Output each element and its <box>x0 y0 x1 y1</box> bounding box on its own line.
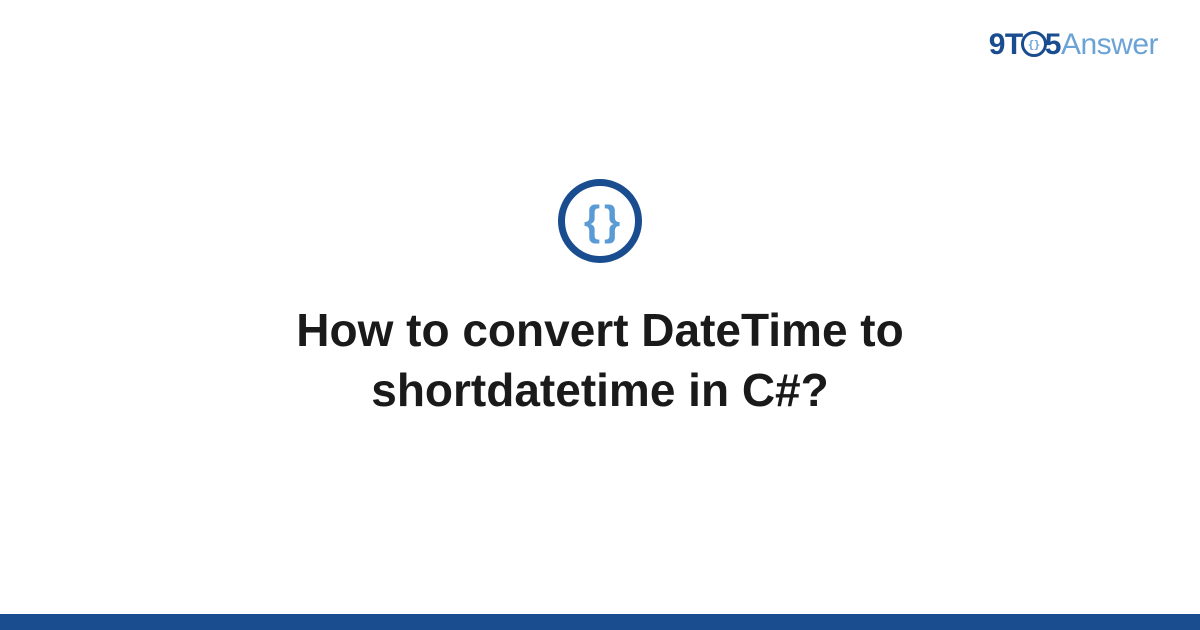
category-icon-circle: { } <box>558 179 642 263</box>
main-content: { } How to convert DateTime to shortdate… <box>0 0 1200 630</box>
code-braces-icon: { } <box>584 197 616 245</box>
footer-bar <box>0 614 1200 630</box>
question-title: How to convert DateTime to shortdatetime… <box>150 301 1050 421</box>
